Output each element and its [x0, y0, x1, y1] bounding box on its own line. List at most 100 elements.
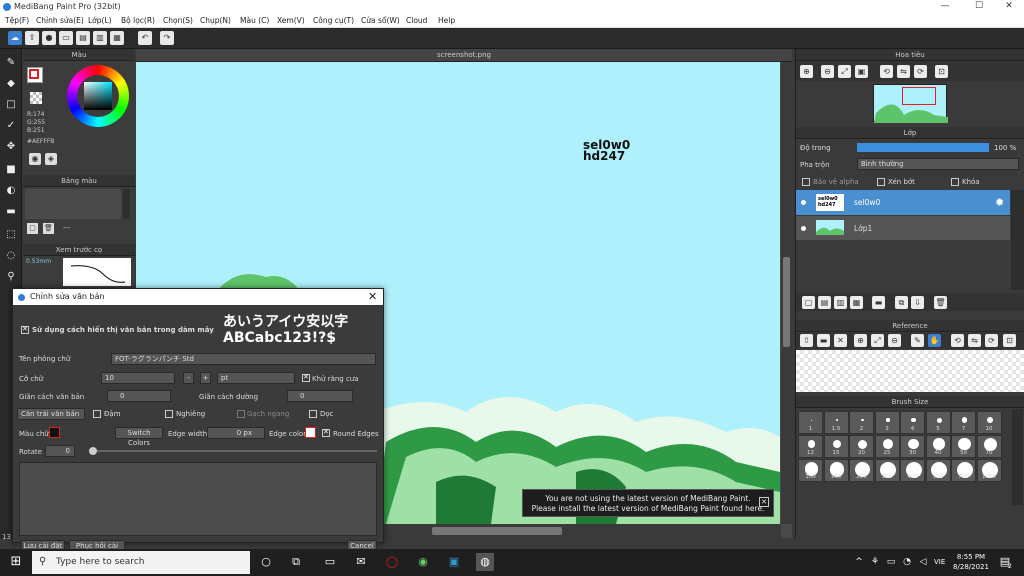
- merge-layer-icon[interactable]: ⇩: [911, 296, 924, 309]
- rotate-left-icon[interactable]: ⟲: [880, 65, 893, 78]
- correction-tool-icon[interactable]: ✓: [3, 118, 19, 134]
- new-layer-icon[interactable]: ▢: [802, 296, 815, 309]
- select-tool-icon[interactable]: ⬚: [3, 227, 19, 243]
- photos-icon[interactable]: ▣: [445, 553, 463, 571]
- opera-icon[interactable]: ◯: [383, 553, 401, 571]
- layer-settings-gear-icon[interactable]: ✹: [995, 196, 1004, 209]
- eraser-tool-icon[interactable]: ◆: [3, 76, 19, 92]
- eyedropper-icon[interactable]: ◉: [29, 153, 41, 165]
- font-name-select[interactable]: FOT-ラグランパンチ Std: [111, 353, 376, 365]
- brush-size-option[interactable]: 5: [925, 411, 951, 434]
- brush-size-option[interactable]: 2: [849, 411, 874, 434]
- brush-size-option[interactable]: 12: [798, 435, 823, 458]
- delete-layer-icon[interactable]: 🗑: [934, 296, 947, 309]
- brush-size-option[interactable]: 200: [849, 459, 874, 482]
- menu-view[interactable]: Xem(V): [277, 16, 305, 25]
- brush-size-option[interactable]: 1.5: [823, 411, 849, 434]
- gradient-tool-icon[interactable]: ▬: [3, 204, 19, 220]
- input-language[interactable]: VIE: [934, 558, 945, 566]
- new-layer-1bit-icon[interactable]: ▥: [834, 296, 847, 309]
- protect-alpha-checkbox[interactable]: [802, 178, 810, 186]
- bucket-tool-icon[interactable]: ◐: [3, 183, 19, 199]
- page-icon[interactable]: ▥: [93, 31, 107, 45]
- strike-checkbox[interactable]: [237, 410, 245, 418]
- font-unit-select[interactable]: pt: [217, 372, 295, 384]
- maximize-button[interactable]: ☐: [964, 1, 994, 13]
- reference-flip-icon[interactable]: ⇋: [968, 334, 981, 347]
- brush-size-option[interactable]: 20: [849, 435, 874, 458]
- edge-color-swatch[interactable]: [305, 427, 316, 438]
- dot-tool-icon[interactable]: □: [3, 97, 19, 113]
- blend-mode-select[interactable]: Bình thường: [857, 158, 1019, 170]
- menu-window[interactable]: Cửa sổ(W): [361, 16, 400, 25]
- canvas-vertical-scrollbar[interactable]: [781, 62, 792, 524]
- round-edges-checkbox[interactable]: [322, 428, 330, 437]
- menu-file[interactable]: Tệp(F): [5, 16, 29, 25]
- zoom-in-icon[interactable]: ⊕: [800, 65, 813, 78]
- brush-size-option[interactable]: 1000: [976, 459, 1002, 482]
- new-layer-8bit-icon[interactable]: ▤: [818, 296, 831, 309]
- palette-icon[interactable]: ◈: [45, 153, 57, 165]
- layer-scrollbar[interactable]: [1011, 190, 1024, 290]
- close-button[interactable]: ✕: [994, 1, 1024, 13]
- brush-size-option[interactable]: 300: [874, 459, 900, 482]
- toast-close-icon[interactable]: ✕: [759, 497, 769, 507]
- undo-icon[interactable]: ↶: [138, 31, 152, 45]
- reference-close-icon[interactable]: ✕: [834, 334, 847, 347]
- brush-size-option[interactable]: 7: [951, 411, 976, 434]
- color-wheel[interactable]: [67, 65, 129, 127]
- minimize-button[interactable]: —: [930, 1, 960, 13]
- update-toast[interactable]: You are not using the latest version of …: [522, 489, 774, 517]
- reference-hand-icon[interactable]: ✋: [928, 334, 941, 347]
- browser-icon[interactable]: ◉: [414, 553, 432, 571]
- menu-color[interactable]: Màu (C): [240, 16, 269, 25]
- antialias-checkbox[interactable]: [302, 373, 310, 382]
- brush-size-option[interactable]: 10: [976, 411, 1002, 434]
- layer-visibility-icon[interactable]: [801, 200, 806, 205]
- reference-fit-icon[interactable]: ⤢: [871, 334, 884, 347]
- mail-icon[interactable]: ✉: [352, 553, 370, 571]
- menu-capture[interactable]: Chụp(N): [200, 16, 231, 25]
- document-tab[interactable]: screenshot.png: [136, 49, 792, 62]
- new-folder-icon[interactable]: ▬: [872, 296, 885, 309]
- brush-size-option[interactable]: 25: [874, 435, 900, 458]
- reference-upload-icon[interactable]: ⇧: [800, 334, 813, 347]
- reference-view[interactable]: [796, 350, 1024, 392]
- canvas-text-layer[interactable]: sel0w0 hd247: [583, 139, 630, 162]
- italic-checkbox[interactable]: [165, 410, 173, 418]
- switch-colors-button[interactable]: Switch Colors: [115, 427, 163, 447]
- magic-wand-icon[interactable]: ⚲: [3, 269, 19, 285]
- text-align-select[interactable]: Căn trái văn bản: [17, 408, 85, 420]
- char-spacing-input[interactable]: 0: [107, 390, 171, 402]
- actual-size-icon[interactable]: ▣: [855, 65, 868, 78]
- new-layer-menu-icon[interactable]: ▦: [850, 296, 863, 309]
- clipping-checkbox[interactable]: [877, 178, 885, 186]
- menu-cloud[interactable]: Cloud: [406, 16, 427, 25]
- brush-size-option[interactable]: 400: [900, 459, 925, 482]
- taskbar-search-input[interactable]: Type here to search: [32, 551, 250, 574]
- clock[interactable]: 8:55 PM 8/28/2021: [950, 552, 992, 572]
- rotate-slider-thumb[interactable]: [89, 447, 97, 455]
- navigator-viewport-frame[interactable]: [902, 87, 936, 105]
- rotate-input[interactable]: 0: [45, 445, 75, 457]
- reference-lock-icon[interactable]: ⊡: [1003, 334, 1016, 347]
- menu-filter[interactable]: Bộ lọc(R): [121, 16, 155, 25]
- menu-tools[interactable]: Công cụ(T): [313, 16, 354, 25]
- transparent-color-swatch[interactable]: [30, 92, 42, 104]
- font-size-increment[interactable]: +: [200, 372, 211, 384]
- brush-size-option[interactable]: 100: [798, 459, 823, 482]
- new-palette-icon[interactable]: ▢: [27, 223, 38, 234]
- brush-size-option[interactable]: 50: [951, 435, 976, 458]
- edge-width-input[interactable]: 0 px: [207, 427, 265, 439]
- brush-size-option[interactable]: 30: [900, 435, 925, 458]
- lock-checkbox[interactable]: [951, 178, 959, 186]
- file-explorer-icon[interactable]: ▭: [321, 553, 339, 571]
- brush-size-option[interactable]: 3: [874, 411, 900, 434]
- reference-open-icon[interactable]: ▬: [817, 334, 830, 347]
- cloud-icon[interactable]: ☁: [8, 31, 22, 45]
- menu-select[interactable]: Chọn(S): [163, 16, 193, 25]
- medibang-taskbar-icon[interactable]: ◍: [476, 553, 494, 571]
- reference-rotate-left-icon[interactable]: ⟲: [951, 334, 964, 347]
- line-spacing-input[interactable]: 0: [287, 390, 353, 402]
- reference-eyedropper-icon[interactable]: ✎: [911, 334, 924, 347]
